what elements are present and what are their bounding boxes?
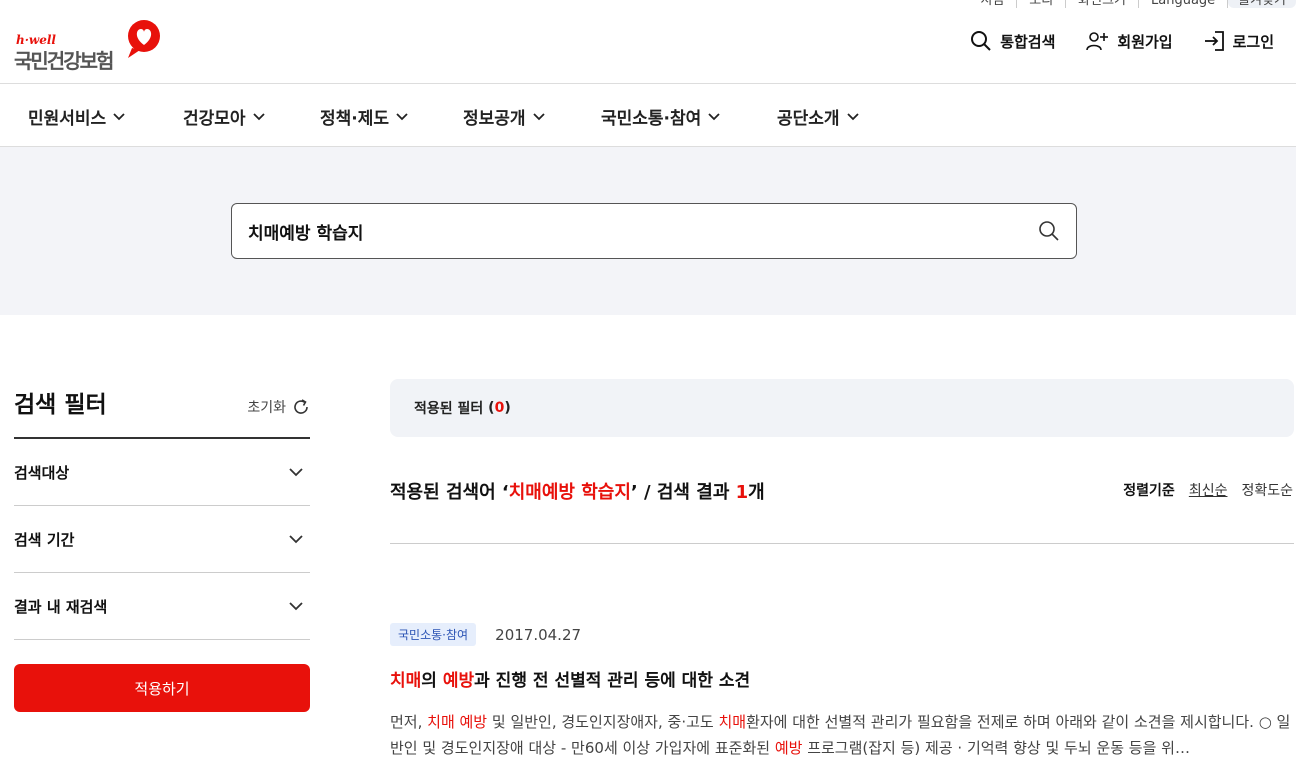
text-run: 의 bbox=[421, 671, 443, 691]
sort-label: 정렬기준 bbox=[1123, 483, 1175, 499]
signup-button[interactable]: 회원가입 bbox=[1085, 30, 1173, 52]
summary-suffix: 개 bbox=[748, 482, 765, 503]
filter-period-accordion[interactable]: 검색 기간 bbox=[14, 506, 310, 573]
result-date: 2017.04.27 bbox=[495, 625, 582, 644]
applied-filter-count: 0 bbox=[494, 400, 505, 416]
results-divider bbox=[390, 543, 1294, 544]
filter-research-accordion[interactable]: 결과 내 재검색 bbox=[14, 573, 310, 640]
nav-label: 건강모아 bbox=[183, 109, 246, 129]
chevron-down-icon bbox=[708, 112, 720, 120]
login-label: 로그인 bbox=[1232, 32, 1274, 51]
summary-count: 1 bbox=[735, 482, 749, 503]
text-run: 프로그램(잡지 등) 제공 · 기억력 향상 및 두뇌 운동 등을 위… bbox=[802, 739, 1190, 757]
nav-label: 정책·제도 bbox=[320, 109, 390, 129]
login-icon bbox=[1204, 31, 1224, 51]
chevron-down-icon bbox=[396, 112, 408, 120]
result-title-link[interactable]: 치매의 예방과 진행 전 선별적 관리 등에 대한 소견 bbox=[390, 666, 1294, 691]
search-icon[interactable] bbox=[1038, 220, 1060, 242]
nav-communication[interactable]: 국민소통·참여 bbox=[601, 104, 721, 129]
search-result-item: 국민소통·참여 2017.04.27 치매의 예방과 진행 전 선별적 관리 등… bbox=[390, 623, 1294, 761]
reset-label: 초기화 bbox=[247, 400, 286, 416]
filter-reset-button[interactable]: 초기화 bbox=[247, 397, 310, 417]
integrated-search-button[interactable]: 통합검색 bbox=[970, 30, 1055, 52]
signup-label: 회원가입 bbox=[1117, 32, 1173, 51]
site-logo[interactable]: h·well 국민건강보험 bbox=[14, 16, 164, 73]
text-run: 과 진행 전 선별적 관리 등에 대한 소견 bbox=[474, 671, 751, 691]
chevron-down-icon bbox=[289, 535, 303, 544]
search-summary: 적용된 검색어 ‘치매예방 학습지’ / 검색 결과 1개 bbox=[390, 478, 765, 504]
sort-latest[interactable]: 최신순 bbox=[1189, 480, 1228, 500]
highlighted-term: 예방 bbox=[442, 671, 475, 691]
chevron-down-icon bbox=[289, 468, 303, 477]
nav-policy[interactable]: 정책·제도 bbox=[320, 104, 409, 129]
integrated-search-label: 통합검색 bbox=[1000, 32, 1056, 51]
result-snippet: 먼저, 치매 예방 및 일반인, 경도인지장애자, 중·고도 치매환자에 대한 … bbox=[390, 709, 1294, 761]
search-box bbox=[231, 203, 1077, 259]
logo-brand-kr: 국민건강보험 bbox=[14, 49, 114, 73]
nav-label: 정보공개 bbox=[463, 109, 526, 129]
nav-label: 국민소통·참여 bbox=[601, 109, 702, 129]
add-user-icon bbox=[1086, 32, 1109, 51]
site-header: h·well 국민건강보험 통합검색 회원가입 로그인 bbox=[0, 0, 1296, 84]
nav-health[interactable]: 건강모아 bbox=[183, 104, 266, 129]
accordion-label: 결과 내 재검색 bbox=[14, 597, 108, 616]
applied-filter-bar: 적용된 필터 (0) bbox=[390, 379, 1294, 437]
nav-label: 공단소개 bbox=[777, 109, 840, 129]
highlighted-term: 치매 bbox=[718, 713, 747, 731]
category-badge: 국민소통·참여 bbox=[390, 623, 477, 646]
accordion-label: 검색 기간 bbox=[14, 530, 75, 549]
login-button[interactable]: 로그인 bbox=[1203, 30, 1274, 52]
search-input[interactable] bbox=[248, 204, 1028, 258]
text-run: 먼저, bbox=[390, 713, 428, 731]
filter-target-accordion[interactable]: 검색대상 bbox=[14, 439, 310, 506]
nav-info-disclosure[interactable]: 정보공개 bbox=[463, 104, 546, 129]
summary-middle: ’ / 검색 결과 bbox=[630, 482, 736, 503]
search-filter-panel: 검색 필터 초기화 검색대상 검색 기간 결과 내 재검색 적용하기 bbox=[14, 385, 310, 712]
summary-prefix: 적용된 검색어 ‘ bbox=[390, 482, 509, 503]
search-icon bbox=[971, 31, 991, 51]
applied-filter-label: 적용된 필터 bbox=[414, 401, 484, 417]
text-run: 및 일반인, 경도인지장애자, 중·고도 bbox=[487, 713, 719, 731]
search-band bbox=[0, 147, 1296, 315]
apply-filter-button[interactable]: 적용하기 bbox=[14, 664, 310, 712]
sort-accuracy[interactable]: 정확도순 bbox=[1241, 480, 1293, 500]
sort-options: 정렬기준 최신순 정확도순 bbox=[1123, 480, 1293, 500]
accordion-label: 검색대상 bbox=[14, 463, 70, 482]
chevron-down-icon bbox=[532, 112, 545, 120]
chevron-down-icon bbox=[113, 112, 125, 120]
highlighted-term: 치매 예방 bbox=[427, 713, 488, 731]
nav-label: 민원서비스 bbox=[28, 109, 107, 129]
nav-civil-service[interactable]: 민원서비스 bbox=[28, 104, 126, 129]
nav-about[interactable]: 공단소개 bbox=[777, 104, 860, 129]
highlighted-term: 예방 bbox=[774, 739, 803, 757]
chevron-down-icon bbox=[289, 602, 303, 611]
main-navigation: 민원서비스 건강모아 정책·제도 정보공개 국민소통·참여 공단소개 bbox=[0, 84, 1296, 147]
heart-logo-icon bbox=[128, 20, 160, 58]
chevron-down-icon bbox=[846, 112, 859, 120]
highlighted-term: 치매 bbox=[390, 671, 422, 691]
summary-term: 치매예방 학습지 bbox=[508, 482, 631, 503]
chevron-down-icon bbox=[252, 112, 265, 120]
refresh-icon bbox=[294, 399, 308, 414]
